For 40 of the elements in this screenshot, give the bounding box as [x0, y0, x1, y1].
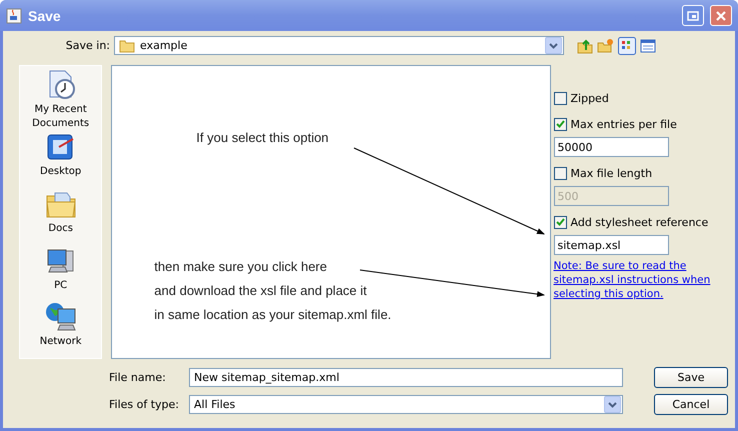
save-in-dropdown[interactable]: example [114, 36, 564, 55]
text-field[interactable]: 50000 [554, 137, 668, 157]
checkbox-option[interactable]: Max entries per file [554, 111, 727, 137]
list-view-icon[interactable] [640, 38, 656, 54]
place-item[interactable]: My Recent Documents [20, 69, 101, 131]
check-icon [556, 218, 564, 226]
annotation-text: in same location as your sitemap.xml file. [154, 306, 392, 324]
note-link[interactable]: Note: Be sure to read the sitemap.xsl instructions when selecting this option. [554, 259, 727, 301]
folder-icon [119, 38, 135, 52]
text-field[interactable]: sitemap.xsl [554, 235, 668, 255]
file-name-field[interactable]: New sitemap_sitemap.xml [189, 368, 623, 387]
save-in-label: Save in: [64, 39, 110, 52]
caret-icon [608, 402, 617, 408]
window-title: Save [28, 8, 62, 24]
check-icon [556, 120, 564, 128]
close-button[interactable] [710, 5, 732, 26]
file-name-label: File name: [109, 371, 167, 384]
cancel-button[interactable]: Cancel [654, 394, 728, 415]
caret-icon [549, 42, 558, 48]
checkbox-option[interactable]: Add stylesheet reference [554, 209, 727, 235]
place-item[interactable]: Docs [20, 188, 101, 244]
checkbox-option[interactable]: Max file length [554, 160, 727, 186]
grid-view-icon[interactable] [618, 36, 636, 54]
network-icon [44, 301, 77, 334]
place-item[interactable]: Desktop [20, 131, 101, 188]
annotation-text: then make sure you click here [154, 258, 328, 276]
file-type-label: Files of type: [109, 398, 180, 411]
place-item[interactable]: PC [20, 244, 101, 302]
new-folder-icon[interactable] [597, 38, 614, 54]
close-icon [715, 10, 727, 22]
place-item[interactable]: Network [20, 301, 101, 358]
up-folder-icon[interactable] [577, 38, 593, 54]
save-button[interactable]: Save [654, 367, 728, 388]
annotation-text: and download the xsl file and place it [154, 282, 368, 300]
checkbox-option[interactable]: Zipped [554, 85, 727, 111]
annotation-text: If you select this option [196, 129, 329, 147]
restore-icon [687, 10, 699, 20]
restore-button[interactable] [682, 5, 704, 26]
file-type-dropdown[interactable]: All Files [189, 395, 623, 414]
cup-icon [6, 8, 22, 24]
